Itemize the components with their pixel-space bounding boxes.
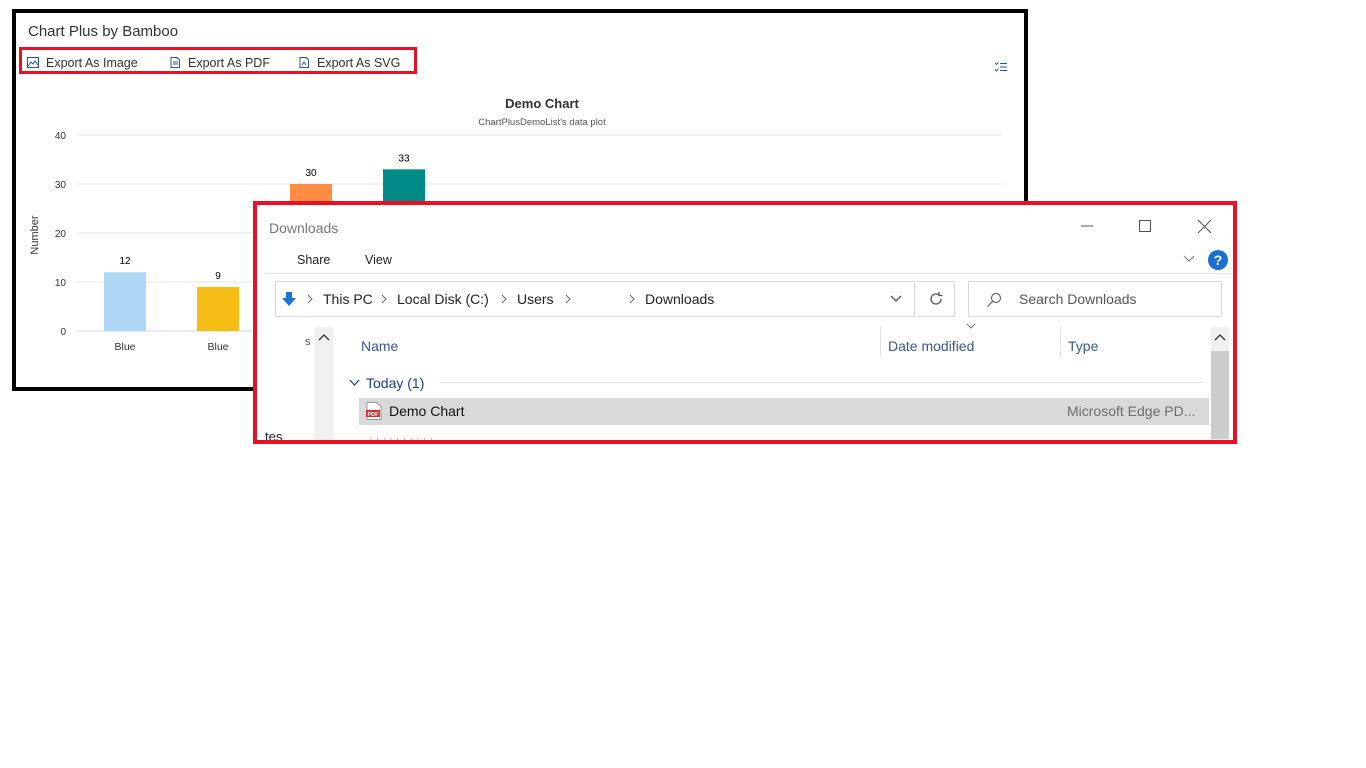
- navigation-pane-scrollbar[interactable]: [315, 327, 333, 440]
- x-tick-label: Blue: [207, 341, 228, 353]
- breadcrumb-this-pc[interactable]: This PC: [323, 291, 373, 307]
- breadcrumb-downloads[interactable]: Downloads: [645, 291, 714, 307]
- ribbon-divider: [264, 273, 1232, 274]
- group-header-today[interactable]: Today (1): [349, 375, 424, 391]
- ribbon-tab-share[interactable]: Share: [297, 253, 330, 267]
- chart-title: Demo Chart: [505, 96, 579, 111]
- close-button[interactable]: [1189, 215, 1219, 237]
- download-arrow-icon: [282, 292, 296, 306]
- address-dropdown-icon[interactable]: [890, 295, 902, 303]
- minimize-icon: [1081, 225, 1093, 227]
- maximize-button[interactable]: [1130, 215, 1160, 237]
- breadcrumb-chevron-icon: [307, 294, 313, 304]
- search-box[interactable]: [968, 281, 1222, 317]
- window-title: Downloads: [269, 220, 339, 236]
- file-row[interactable]: PDF Demo Chart Microsoft Edge PD...: [359, 398, 1209, 425]
- bar[interactable]: [197, 286, 239, 331]
- help-icon[interactable]: ?: [1208, 250, 1228, 270]
- vertical-scrollbar[interactable]: [1211, 327, 1229, 440]
- bar-data-label: 33: [398, 153, 410, 164]
- column-divider: [880, 326, 881, 358]
- downloads-explorer-window: Downloads Share View ? This PC Local Dis…: [253, 201, 1237, 444]
- svg-text:PDF: PDF: [368, 412, 380, 418]
- file-type: Microsoft Edge PD...: [1067, 403, 1196, 419]
- navigation-pane-item[interactable]: s: [305, 336, 311, 348]
- scroll-up-icon[interactable]: [318, 333, 330, 341]
- pdf-file-icon: PDF: [366, 402, 382, 420]
- file-name: Demo Chart: [389, 403, 465, 419]
- breadcrumb-chevron-icon: [629, 294, 635, 304]
- minimize-button[interactable]: [1072, 215, 1102, 237]
- refresh-button[interactable]: [917, 281, 955, 317]
- search-input[interactable]: [1017, 290, 1211, 308]
- breadcrumb-chevron-icon: [565, 294, 571, 304]
- close-icon: [1197, 219, 1211, 233]
- y-tick-label: 10: [55, 278, 67, 289]
- breadcrumb-local-disk[interactable]: Local Disk (C:): [397, 291, 489, 307]
- group-header-label: Today (1): [366, 375, 425, 391]
- bar-data-label: 9: [215, 271, 221, 282]
- navigation-pane-item[interactable]: tes: [265, 429, 282, 440]
- y-tick-label: 30: [55, 180, 67, 191]
- chart-subtitle: ChartPlusDemoList's data plot: [478, 117, 606, 128]
- bar-data-label: 30: [305, 168, 317, 179]
- column-header-type[interactable]: Type: [1068, 338, 1098, 354]
- column-header-date-modified[interactable]: Date modified: [888, 338, 974, 354]
- scroll-up-icon[interactable]: [1214, 333, 1226, 341]
- scrollbar-thumb[interactable]: [1211, 351, 1229, 439]
- column-header-name[interactable]: Name: [361, 338, 398, 354]
- x-tick-label: Blue: [114, 341, 135, 353]
- search-icon: [987, 292, 1002, 307]
- group-divider: [439, 382, 1203, 383]
- chevron-down-icon[interactable]: [1183, 255, 1195, 263]
- address-divider: [914, 282, 915, 316]
- refresh-icon: [929, 292, 942, 305]
- list-item[interactable]: · · · · · · · · · ·: [369, 433, 433, 440]
- y-tick-label: 40: [55, 131, 67, 142]
- breadcrumb-chevron-icon: [501, 294, 507, 304]
- breadcrumb-chevron-icon: [381, 294, 387, 304]
- bar-data-label: 12: [119, 256, 131, 267]
- ribbon-tab-view[interactable]: View: [365, 253, 392, 267]
- sort-caret-icon: [966, 323, 976, 329]
- maximize-icon: [1139, 220, 1151, 232]
- chevron-down-icon: [349, 379, 360, 386]
- column-divider: [1060, 326, 1061, 358]
- address-bar[interactable]: This PC Local Disk (C:) Users Downloads: [275, 281, 915, 317]
- breadcrumb-users[interactable]: Users: [517, 291, 554, 307]
- y-axis-label: Number: [29, 215, 41, 254]
- bar[interactable]: [104, 272, 146, 331]
- y-tick-label: 0: [60, 327, 66, 338]
- y-tick-label: 20: [55, 229, 67, 240]
